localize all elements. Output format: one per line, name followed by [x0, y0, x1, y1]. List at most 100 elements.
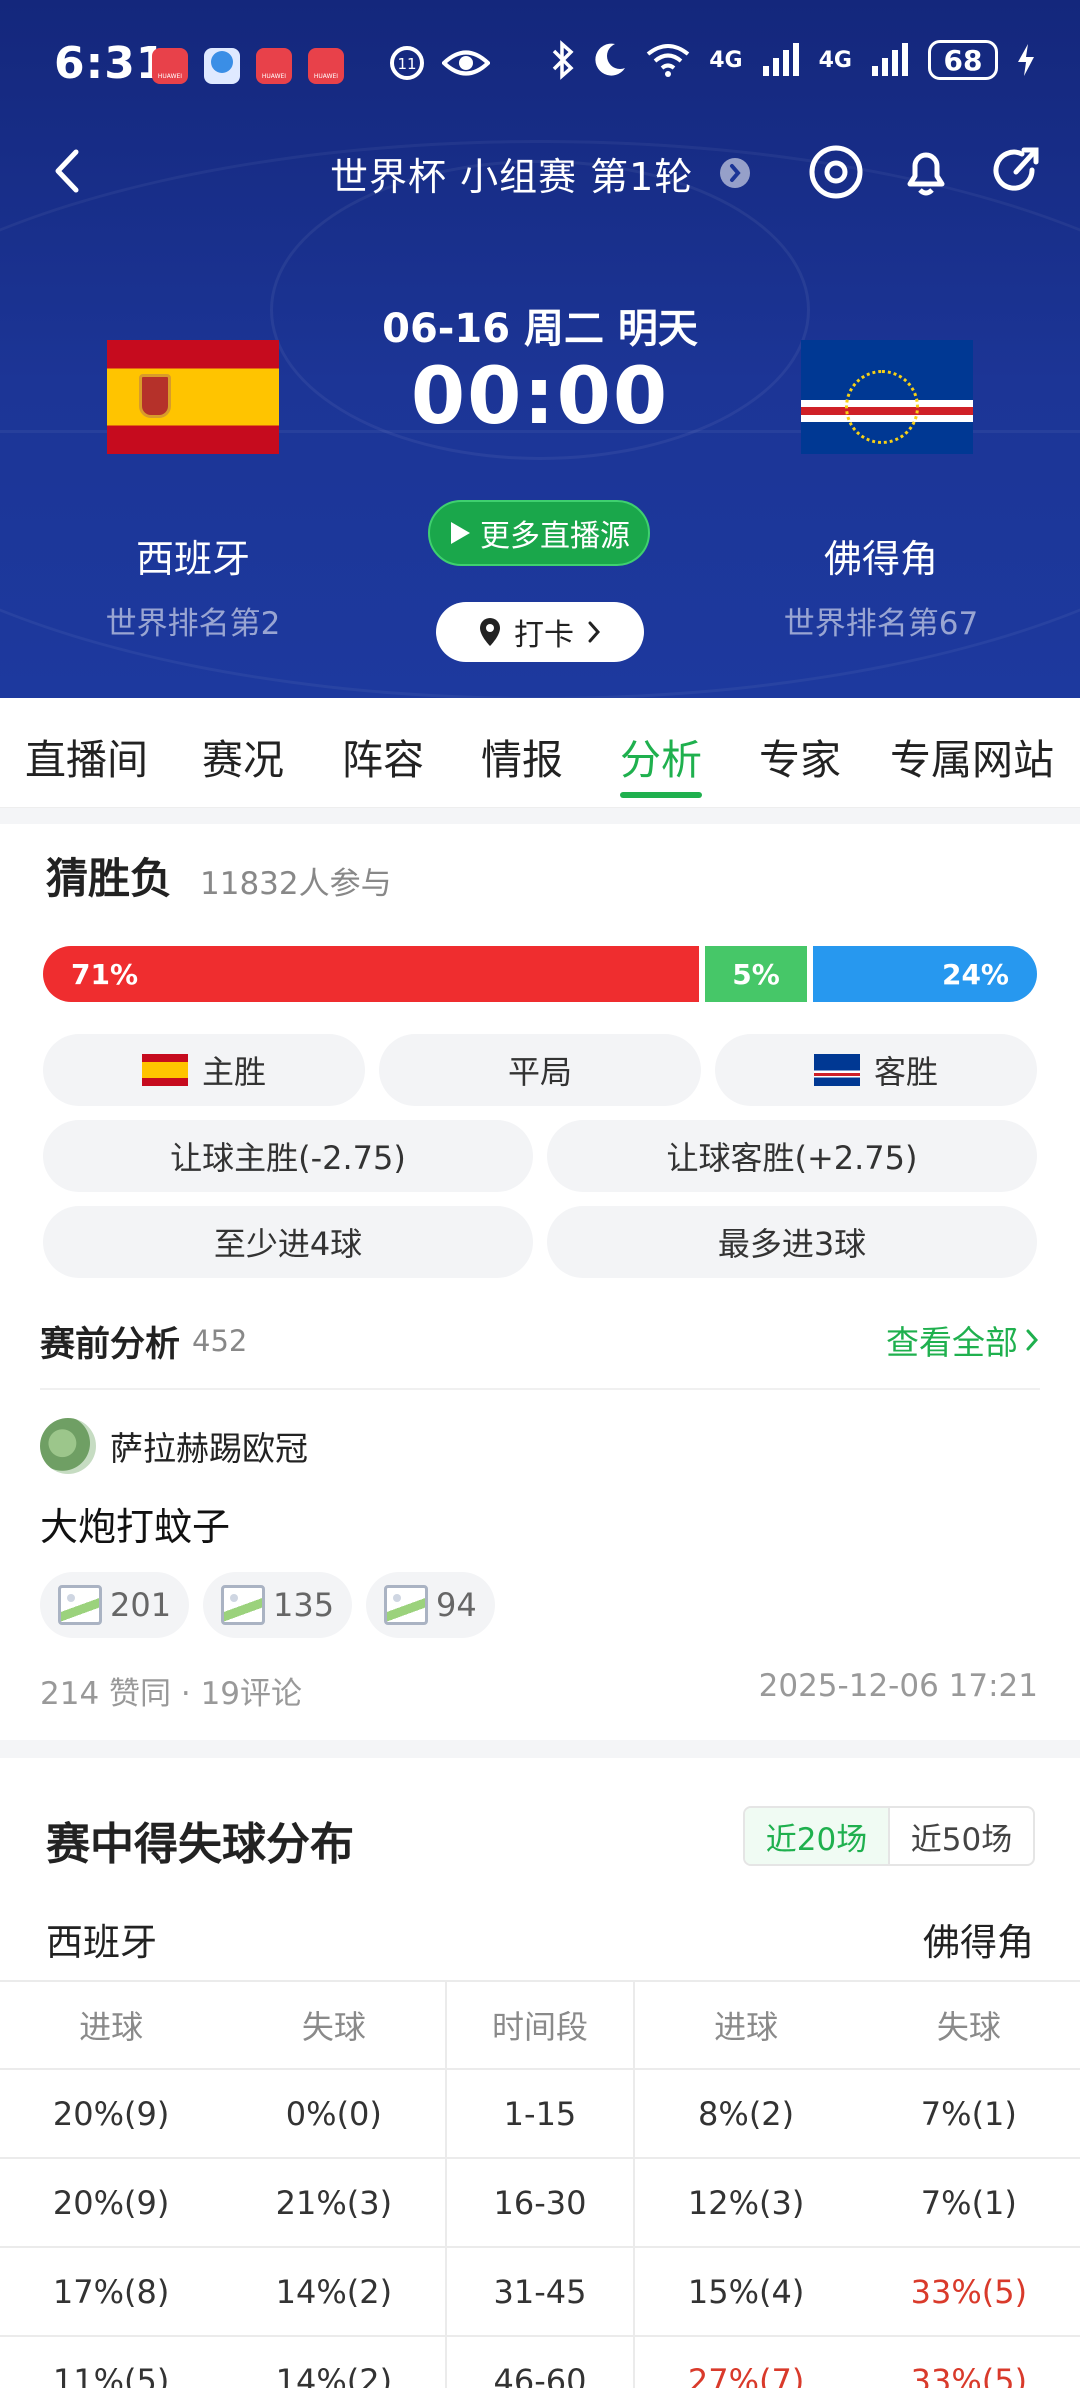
more-live-sources-button[interactable]: 更多直播源: [428, 500, 650, 566]
image-placeholder-icon: [58, 1585, 102, 1625]
table-cell: 0%(0): [222, 2068, 447, 2158]
table-row: 17%(8) 14%(2) 31-45 15%(4) 33%(5): [0, 2246, 1080, 2336]
table-cell: 16-30: [445, 2157, 635, 2247]
vote-option[interactable]: 135: [203, 1572, 353, 1638]
vote-count: 135: [273, 1586, 335, 1624]
vote-count: 201: [110, 1586, 172, 1624]
toggle-last-20[interactable]: 近20场: [745, 1808, 890, 1864]
home-win-percent: 71%: [71, 957, 139, 991]
tab-exclusive-site[interactable]: 专属网站: [890, 726, 1054, 786]
data-saver-icon: 11: [390, 46, 424, 80]
spain-flag[interactable]: [107, 340, 279, 454]
over-goals-option[interactable]: 至少进4球: [43, 1206, 533, 1278]
section-gap: [0, 1740, 1080, 1758]
chevron-right-icon: [588, 621, 601, 643]
tab-lineup[interactable]: 阵容: [342, 726, 424, 786]
table-cell: 7%(1): [857, 2068, 1080, 2158]
vote-count: 94: [436, 1586, 477, 1624]
away-team-label: 佛得角: [923, 1921, 1034, 1964]
browser-icon: [204, 48, 240, 84]
bluetooth-icon: [553, 40, 574, 80]
table-cell: 12%(3): [633, 2157, 858, 2247]
away-team-name[interactable]: 佛得角: [751, 528, 1011, 583]
under-goals-label: 最多进3球: [717, 1225, 867, 1263]
table-cell: 14%(2): [222, 2335, 447, 2388]
handicap-away-option[interactable]: 让球客胜(+2.75): [547, 1120, 1037, 1192]
draw-option[interactable]: 平局: [379, 1034, 701, 1106]
checkin-button[interactable]: 打卡: [436, 602, 644, 662]
divider: [40, 1388, 1040, 1390]
competition-title[interactable]: 世界杯 小组赛 第1轮: [330, 146, 693, 201]
signal-icon: [872, 43, 908, 76]
network-label: 4G: [818, 47, 852, 73]
distribution-title: 赛中得失球分布: [46, 1819, 354, 1870]
location-pin-icon: [480, 618, 500, 646]
post-timestamp: 2025-12-06 17:21: [758, 1668, 1038, 1704]
column-header: 进球: [0, 1980, 223, 2069]
cape-verde-flag[interactable]: [801, 340, 973, 454]
tab-experts[interactable]: 专家: [759, 726, 841, 786]
handicap-home-label: 让球主胜(-2.75): [170, 1139, 406, 1177]
match-tabs: 直播间 赛况 阵容 情报 分析 专家 专属网站: [0, 698, 1080, 808]
status-time: 6:31: [54, 38, 168, 89]
column-header: 进球: [633, 1980, 858, 2069]
play-icon: [451, 522, 470, 544]
cape-verde-flag-icon: [813, 1054, 860, 1086]
away-team-rank: 世界排名第67: [783, 606, 979, 642]
status-misc-icons: 11: [388, 44, 490, 82]
away-win-bar: 24%: [813, 946, 1037, 1002]
tab-live-room[interactable]: 直播间: [25, 726, 148, 786]
table-header-row: 进球 失球 时间段 进球 失球: [0, 1980, 1080, 2069]
post-title[interactable]: 大炮打蚊子: [40, 1496, 230, 1551]
away-win-option[interactable]: 客胜: [715, 1034, 1037, 1106]
image-placeholder-icon: [384, 1585, 428, 1625]
huawei-store-icon: HUAWEI: [152, 48, 188, 84]
post-author[interactable]: 萨拉赫踢欧冠: [110, 1422, 308, 1470]
home-team-name[interactable]: 西班牙: [63, 528, 323, 583]
svg-text:11: 11: [397, 55, 416, 73]
status-right: 4G 4G 68: [551, 40, 1036, 80]
table-row: 11%(5) 14%(2) 46-60 27%(7) 33%(5): [0, 2335, 1080, 2388]
tab-intel[interactable]: 情报: [481, 726, 563, 786]
target-icon[interactable]: [806, 142, 866, 202]
handicap-home-option[interactable]: 让球主胜(-2.75): [43, 1120, 533, 1192]
moon-icon: [595, 43, 626, 76]
nav-bar: 世界杯 小组赛 第1轮: [0, 128, 1080, 218]
vote-option[interactable]: 201: [40, 1572, 190, 1638]
table-cell: 7%(1): [857, 2157, 1080, 2247]
away-win-percent: 24%: [941, 957, 1009, 991]
chevron-right-icon[interactable]: [720, 158, 750, 188]
status-bar: 6:31 HUAWEI HUAWEI HUAWEI 11 4G 4G 68: [0, 30, 1080, 100]
table-row: 20%(9) 0%(0) 1-15 8%(2) 7%(1): [0, 2068, 1080, 2158]
table-cell: 17%(8): [0, 2246, 223, 2336]
column-header: 时间段: [445, 1980, 635, 2069]
back-arrow-icon[interactable]: [44, 146, 94, 196]
handicap-away-label: 让球客胜(+2.75): [666, 1139, 918, 1177]
vote-option[interactable]: 94: [366, 1572, 495, 1638]
table-cell-highlight: 27%(7): [633, 2335, 858, 2388]
huawei-store-icon: HUAWEI: [308, 48, 344, 84]
battery-indicator: 68: [928, 40, 998, 80]
live-button-label: 更多直播源: [480, 519, 630, 554]
table-cell-highlight: 33%(5): [857, 2246, 1080, 2336]
table-cell: 20%(9): [0, 2157, 223, 2247]
goal-distribution-table: 进球 失球 时间段 进球 失球 20%(9) 0%(0) 1-15 8%(2) …: [0, 1980, 1080, 2388]
spain-flag-icon: [141, 1054, 188, 1086]
see-all-link[interactable]: 查看全部: [886, 1316, 1040, 1364]
image-placeholder-icon: [221, 1585, 265, 1625]
draw-percent: 5%: [732, 957, 780, 991]
table-cell: 15%(4): [633, 2246, 858, 2336]
charging-icon: [1018, 44, 1034, 76]
table-cell: 46-60: [445, 2335, 635, 2388]
tab-analysis[interactable]: 分析: [620, 726, 702, 786]
table-cell-highlight: 33%(5): [857, 2335, 1080, 2388]
under-goals-option[interactable]: 最多进3球: [547, 1206, 1037, 1278]
tab-match-status[interactable]: 赛况: [202, 726, 284, 786]
chevron-right-icon: [1026, 1329, 1039, 1351]
avatar[interactable]: [40, 1418, 96, 1474]
home-win-option[interactable]: 主胜: [43, 1034, 365, 1106]
share-icon[interactable]: [986, 142, 1046, 202]
toggle-last-50[interactable]: 近50场: [890, 1808, 1033, 1864]
prediction-participants: 11832人参与: [200, 866, 392, 902]
bell-icon[interactable]: [896, 142, 956, 202]
